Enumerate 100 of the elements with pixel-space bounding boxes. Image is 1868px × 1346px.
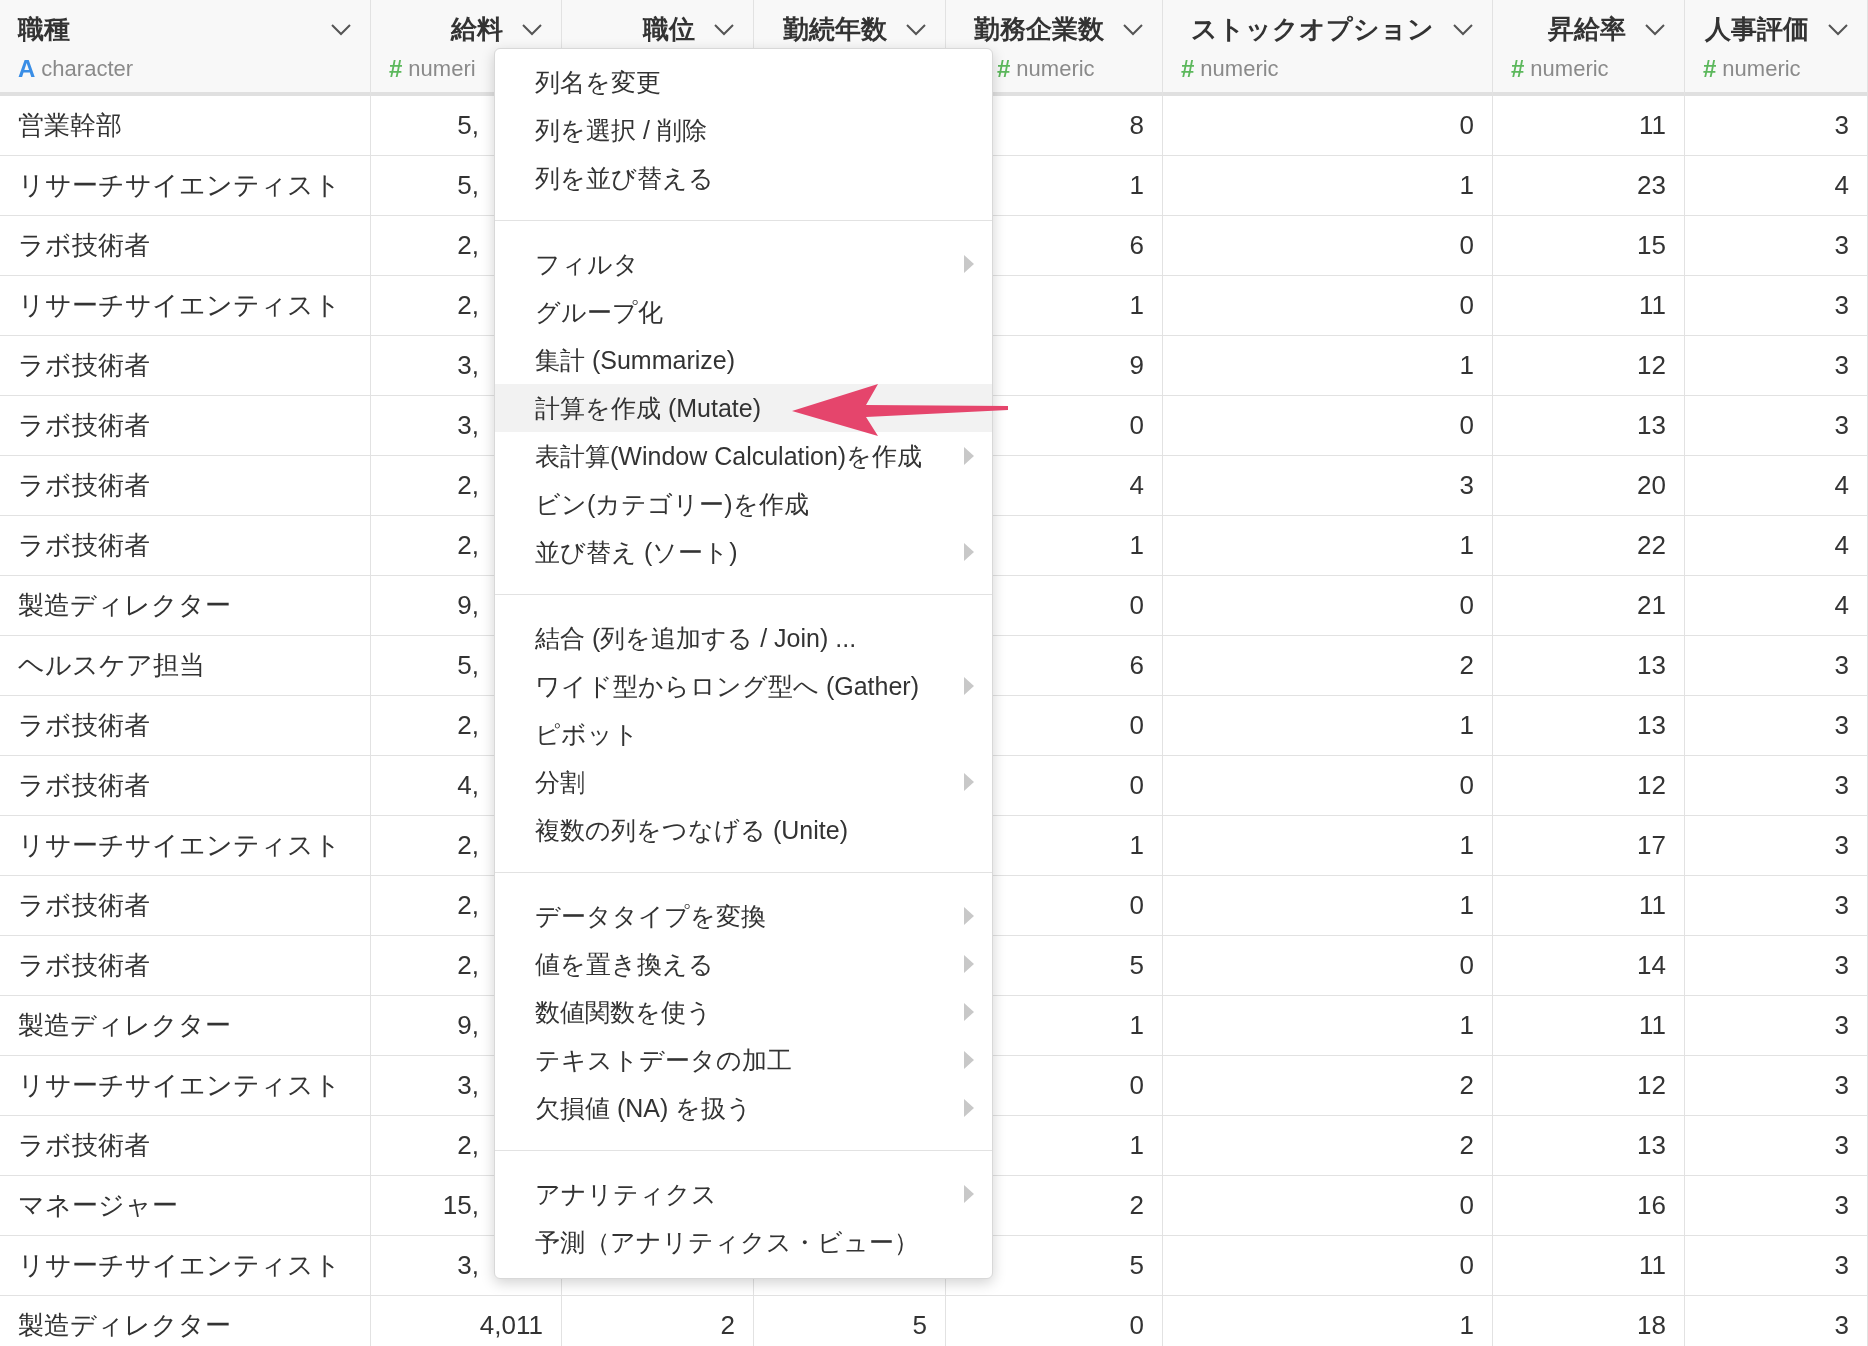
table-cell: 4 [1685,156,1868,216]
column-title: 職種 [18,13,70,46]
type-label: numeric [1722,56,1801,82]
table-cell: 4 [1685,516,1868,576]
table-cell: 4,011 [371,1296,562,1346]
table-cell: リサーチサイエンティスト [0,156,371,216]
column-title: 給料 [451,13,503,46]
table-cell: 11 [1493,276,1685,336]
table-cell: ラボ技術者 [0,516,371,576]
type-label: numeric [1530,56,1609,82]
type-icon: # [1181,55,1195,83]
table-cell: ラボ技術者 [0,216,371,276]
table-cell: 0 [946,1296,1163,1346]
table-cell: 20 [1493,456,1685,516]
table-cell: 0 [1163,96,1493,156]
table-cell: 1 [1163,696,1493,756]
table-cell: 製造ディレクター [0,996,371,1056]
table-cell: 3 [1685,756,1868,816]
table-cell: 0 [1163,756,1493,816]
table-cell: 3 [1685,876,1868,936]
column-title: 勤務企業数 [974,13,1104,46]
type-icon: # [1511,55,1525,83]
table-cell: 11 [1493,1236,1685,1296]
type-label: character [41,56,134,82]
table-cell: 14 [1493,936,1685,996]
table-cell: 22 [1493,516,1685,576]
table-cell: 13 [1493,636,1685,696]
column-title: 勤続年数 [783,13,887,46]
table-cell: 13 [1493,696,1685,756]
table-cell: マネージャー [0,1176,371,1236]
table-cell: リサーチサイエンティスト [0,816,371,876]
table-cell: 21 [1493,576,1685,636]
type-icon: A [18,55,36,83]
table-cell: 23 [1493,156,1685,216]
table-cell: 営業幹部 [0,96,371,156]
type-icon: # [1703,55,1717,83]
column-title: 昇給率 [1548,13,1626,46]
table-cell: 3 [1685,216,1868,276]
table-cell: 5 [754,1296,946,1346]
table-cell: ラボ技術者 [0,456,371,516]
table-cell: 2 [1163,636,1493,696]
table-cell: 16 [1493,1176,1685,1236]
column-title: 人事評価 [1705,13,1809,46]
table-cell: 1 [1163,336,1493,396]
table-cell: ラボ技術者 [0,696,371,756]
table-cell: 0 [1163,1176,1493,1236]
table-cell: 0 [1163,576,1493,636]
table-cell: 1 [1163,156,1493,216]
type-label: numeric [1016,56,1095,82]
table-cell: 1 [1163,516,1493,576]
table-cell: 11 [1493,996,1685,1056]
table-cell: 2 [1163,1116,1493,1176]
table-cell: リサーチサイエンティスト [0,1236,371,1296]
table-cell: ラボ技術者 [0,396,371,456]
table-cell: 0 [1163,1236,1493,1296]
table-cell: 3 [1685,816,1868,876]
table-cell: 0 [1163,216,1493,276]
table-cell: 3 [1685,996,1868,1056]
table-cell: 2 [1163,1056,1493,1116]
table-cell: 3 [1685,1236,1868,1296]
table-cell: 0 [1163,276,1493,336]
column-title: ストックオプション [1191,13,1434,46]
table-cell: 15 [1493,216,1685,276]
type-label: numeri [408,56,476,82]
table-cell: 3 [1685,396,1868,456]
table-cell: 3 [1685,1296,1868,1346]
table-cell: リサーチサイエンティスト [0,276,371,336]
table-cell: 13 [1493,396,1685,456]
table-cell: ラボ技術者 [0,336,371,396]
table-cell: 12 [1493,1056,1685,1116]
table-cell: 4 [1685,576,1868,636]
table-cell: 0 [1163,936,1493,996]
table-cell: 12 [1493,336,1685,396]
table-cell: 0 [1163,396,1493,456]
table-cell: 3 [1685,936,1868,996]
table-cell: 13 [1493,1116,1685,1176]
type-icon: # [389,55,403,83]
table-cell: リサーチサイエンティスト [0,1056,371,1116]
table-cell: 3 [1685,276,1868,336]
table-cell: 製造ディレクター [0,576,371,636]
table-cell: 17 [1493,816,1685,876]
table-cell: 1 [1163,816,1493,876]
table-cell: ラボ技術者 [0,936,371,996]
table-cell: ラボ技術者 [0,876,371,936]
table-cell: 1 [1163,996,1493,1056]
table-cell: 4 [1685,456,1868,516]
type-icon: # [997,55,1011,83]
table-cell: 3 [1685,1056,1868,1116]
table-cell: 11 [1493,96,1685,156]
table-cell: 18 [1493,1296,1685,1346]
table-cell: 3 [1685,696,1868,756]
table-cell: 12 [1493,756,1685,816]
table-cell: ヘルスケア担当 [0,636,371,696]
table-cell: 1 [1163,876,1493,936]
type-label: numeric [1200,56,1279,82]
table-cell: 3 [1685,336,1868,396]
table-cell: ラボ技術者 [0,756,371,816]
table-cell: 3 [1685,1176,1868,1236]
table-cell: 11 [1493,876,1685,936]
table-cell: ラボ技術者 [0,1116,371,1176]
